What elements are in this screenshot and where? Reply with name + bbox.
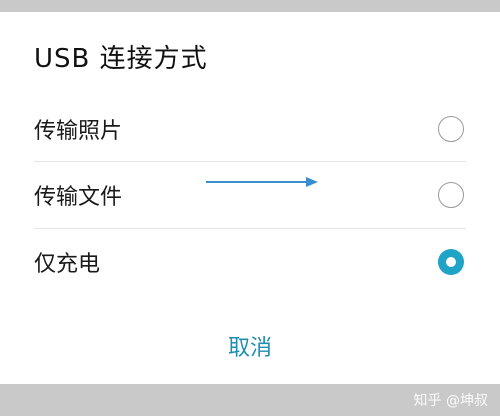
option-transfer-files[interactable]: 传输文件 <box>0 162 500 228</box>
option-label: 仅充电 <box>34 252 101 277</box>
dialog-title: USB 连接方式 <box>34 44 208 74</box>
option-label: 传输文件 <box>34 185 123 210</box>
cancel-button[interactable]: 取消 <box>0 330 500 362</box>
arrow-right-icon <box>206 177 318 187</box>
radio-button-selected[interactable] <box>438 249 464 275</box>
radio-button[interactable] <box>438 116 464 142</box>
top-background-strip <box>0 0 500 12</box>
option-transfer-photos[interactable]: 传输照片 <box>0 96 500 162</box>
usb-connection-dialog: USB 连接方式 传输照片 传输文件 仅充电 取消 <box>0 12 500 384</box>
option-charge-only[interactable]: 仅充电 <box>0 229 500 295</box>
bottom-background-strip: 知乎 @坤叔 <box>0 384 500 416</box>
radio-button[interactable] <box>438 182 464 208</box>
watermark: 知乎 @坤叔 <box>413 393 488 409</box>
option-label: 传输照片 <box>34 119 123 144</box>
